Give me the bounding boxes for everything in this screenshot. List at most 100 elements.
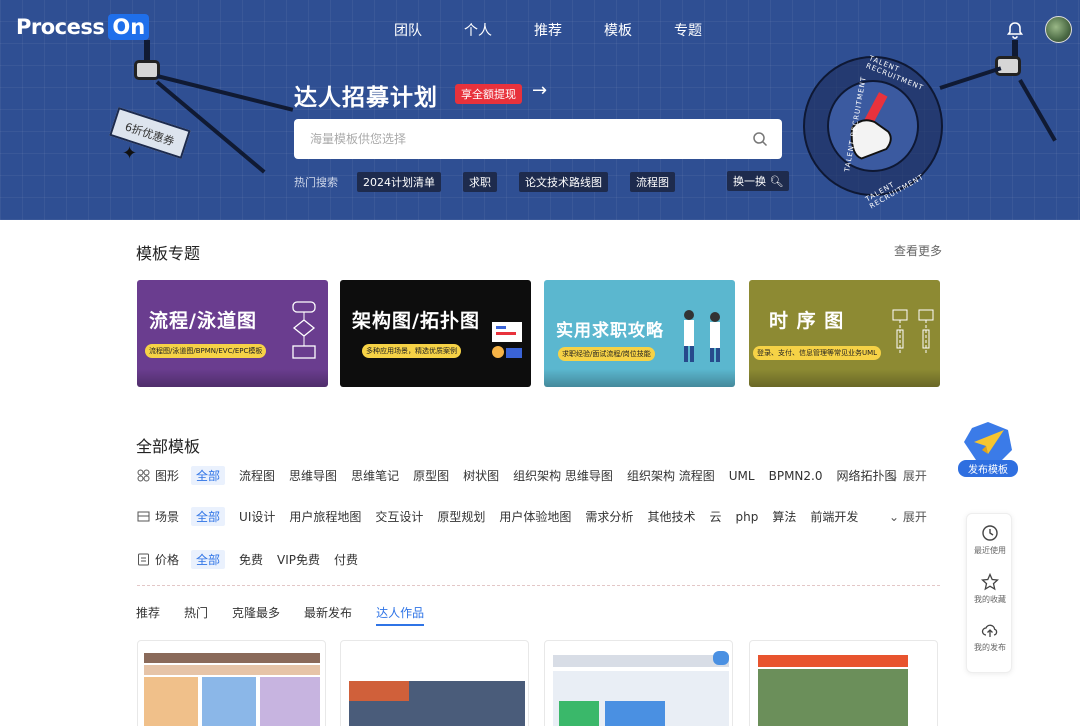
refresh-button[interactable]: 换一换 🔍︎ (727, 171, 790, 191)
expand-label: 展开 (902, 510, 927, 524)
card-shade (749, 369, 940, 387)
tab-latest[interactable]: 最新发布 (304, 604, 352, 621)
filter-option[interactable]: 树状图 (463, 467, 499, 484)
filter-option[interactable]: 网络拓扑图 (836, 467, 896, 484)
user-avatar[interactable] (1045, 16, 1072, 43)
filter-option[interactable]: 流程图 (239, 467, 275, 484)
sequence-illustration (892, 309, 934, 354)
my-favorites-button[interactable]: 我的收藏 (967, 573, 1013, 605)
talent-recruitment-stamp: TALENT RECRUITMENT TALENT RECRUITMENT TA… (803, 54, 943, 210)
search-icon: 🔍︎ (769, 175, 784, 188)
bell-icon[interactable] (1005, 20, 1025, 40)
recent-label: 最近使用 (974, 546, 1006, 555)
topic-card-architecture[interactable]: 架构图/拓扑图 多种应用场景，精选优质案例 (340, 280, 531, 387)
filter-option[interactable]: UML (729, 469, 755, 483)
nav-templates[interactable]: 模板 (604, 20, 632, 40)
my-published-button[interactable]: 我的发布 (967, 621, 1013, 653)
search-box (294, 119, 782, 159)
hot-tag[interactable]: 求职 (463, 172, 497, 192)
expand-shape-filter[interactable]: ⌄ 展开 (889, 467, 927, 484)
logo-badge: On (108, 14, 150, 40)
filter-option[interactable]: 组织架构 思维导图 (513, 467, 613, 484)
nav-personal[interactable]: 个人 (464, 20, 492, 40)
card-title: 时 序 图 (769, 310, 845, 332)
recent-used-button[interactable]: 最近使用 (967, 524, 1013, 556)
filter-option[interactable]: php (735, 510, 758, 524)
filter-label-text: 场景 (155, 510, 180, 524)
filter-option[interactable]: 原型规划 (437, 508, 485, 525)
filter-option[interactable]: 全部 (191, 507, 226, 526)
view-more-link[interactable]: 查看更多 (894, 242, 942, 259)
filter-option[interactable]: 原型图 (413, 467, 449, 484)
filter-option[interactable]: 算法 (772, 508, 796, 525)
card-title: 架构图/拓扑图 (352, 310, 480, 332)
all-templates-title: 全部模板 (136, 437, 201, 456)
card-title: 流程/泳道图 (149, 310, 257, 332)
shapes-icon (137, 469, 150, 482)
refresh-label: 换一换 (733, 175, 766, 188)
filter-option[interactable]: 前端开发 (810, 508, 858, 525)
nav-team[interactable]: 团队 (394, 20, 422, 40)
expand-label: 展开 (902, 469, 927, 483)
hot-search-label: 热门搜索 (294, 176, 338, 189)
tab-recommend[interactable]: 推荐 (136, 604, 160, 621)
filter-option[interactable]: 用户体验地图 (499, 508, 571, 525)
sort-tabs: 推荐 热门 克隆最多 最新发布 达人作品 (136, 604, 448, 626)
clock-icon (982, 525, 998, 541)
filter-label-text: 图形 (155, 469, 180, 483)
card-subtitle: 求职经验/面试流程/岗位技能 (558, 347, 655, 361)
publish-template-button[interactable]: 发布模板 (958, 420, 1018, 480)
job-people-illustration (684, 310, 720, 362)
nav-recommend[interactable]: 推荐 (534, 20, 562, 40)
topic-card-sequence[interactable]: 时 序 图 登录、支付、信息管理等常见业务UML (749, 280, 940, 387)
logo-text: Process (16, 15, 105, 39)
filter-option[interactable]: 思维笔记 (351, 467, 399, 484)
filter-option[interactable]: 付费 (334, 551, 358, 568)
quick-access-panel: 最近使用 我的收藏 我的发布 (966, 513, 1012, 673)
topics-title: 模板专题 (136, 244, 201, 263)
filter-option[interactable]: VIP免费 (277, 551, 320, 568)
hero-banner: Process On 团队 个人 推荐 模板 专题 6折优惠券 ✦ 达人招募计划… (0, 0, 1080, 220)
topic-card-job-guide[interactable]: 实用求职攻略 求职经验/面试流程/岗位技能 (544, 280, 735, 387)
filter-label-scene: 场景 (137, 508, 179, 525)
hot-tag[interactable]: 2024计划清单 (357, 172, 441, 192)
filter-option[interactable]: 思维导图 (289, 467, 337, 484)
filter-option[interactable]: 全部 (191, 550, 226, 569)
filter-option[interactable]: 免费 (239, 551, 263, 568)
search-icon[interactable] (752, 131, 768, 147)
sparkle-icon: ✦ (122, 143, 138, 164)
template-thumbnail[interactable] (340, 640, 529, 726)
filter-option[interactable]: 组织架构 流程图 (627, 467, 715, 484)
template-thumbnail[interactable] (749, 640, 938, 726)
scene-icon (137, 511, 150, 522)
filter-option[interactable]: BPMN2.0 (769, 469, 823, 483)
filter-option[interactable]: 全部 (191, 466, 226, 485)
processon-logo[interactable]: Process On (16, 14, 150, 40)
filter-option[interactable]: 其他技术 (647, 508, 695, 525)
filter-option[interactable]: 交互设计 (375, 508, 423, 525)
filter-option[interactable]: 需求分析 (585, 508, 633, 525)
template-thumbnail[interactable] (544, 640, 733, 726)
search-input[interactable] (294, 119, 724, 159)
topic-card-flowchart[interactable]: 流程/泳道图 流程图/泳道图/BPMN/EVC/EPC模板 (137, 280, 328, 387)
template-thumbnail[interactable] (137, 640, 326, 726)
tab-most-cloned[interactable]: 克隆最多 (232, 604, 280, 621)
tab-talent-works[interactable]: 达人作品 (376, 604, 425, 626)
filter-option[interactable]: 用户旅程地图 (289, 508, 361, 525)
chevron-down-icon: ⌄ (889, 510, 900, 524)
flowchart-illustration (292, 301, 316, 359)
tab-hot[interactable]: 热门 (184, 604, 208, 621)
hot-tag[interactable]: 流程图 (630, 172, 675, 192)
divider (137, 585, 940, 586)
hero-title[interactable]: 达人招募计划 (294, 78, 438, 112)
hot-tag[interactable]: 论文技术路线图 (519, 172, 608, 192)
filter-row-price: 价格 全部 免费 VIP免费 付费 (137, 550, 372, 569)
card-subtitle: 多种应用场景，精选优质案例 (362, 344, 461, 358)
nav-topics[interactable]: 专题 (674, 20, 702, 40)
filter-row-scene: 场景 全部 UI设计 用户旅程地图 交互设计 原型规划 用户体验地图 需求分析 … (137, 507, 872, 526)
filter-option[interactable]: 云 (709, 508, 721, 525)
expand-scene-filter[interactable]: ⌄ 展开 (889, 508, 927, 525)
chevron-down-icon: ⌄ (889, 469, 900, 483)
arrow-right-icon[interactable]: → (532, 80, 547, 101)
filter-option[interactable]: UI设计 (239, 508, 275, 525)
